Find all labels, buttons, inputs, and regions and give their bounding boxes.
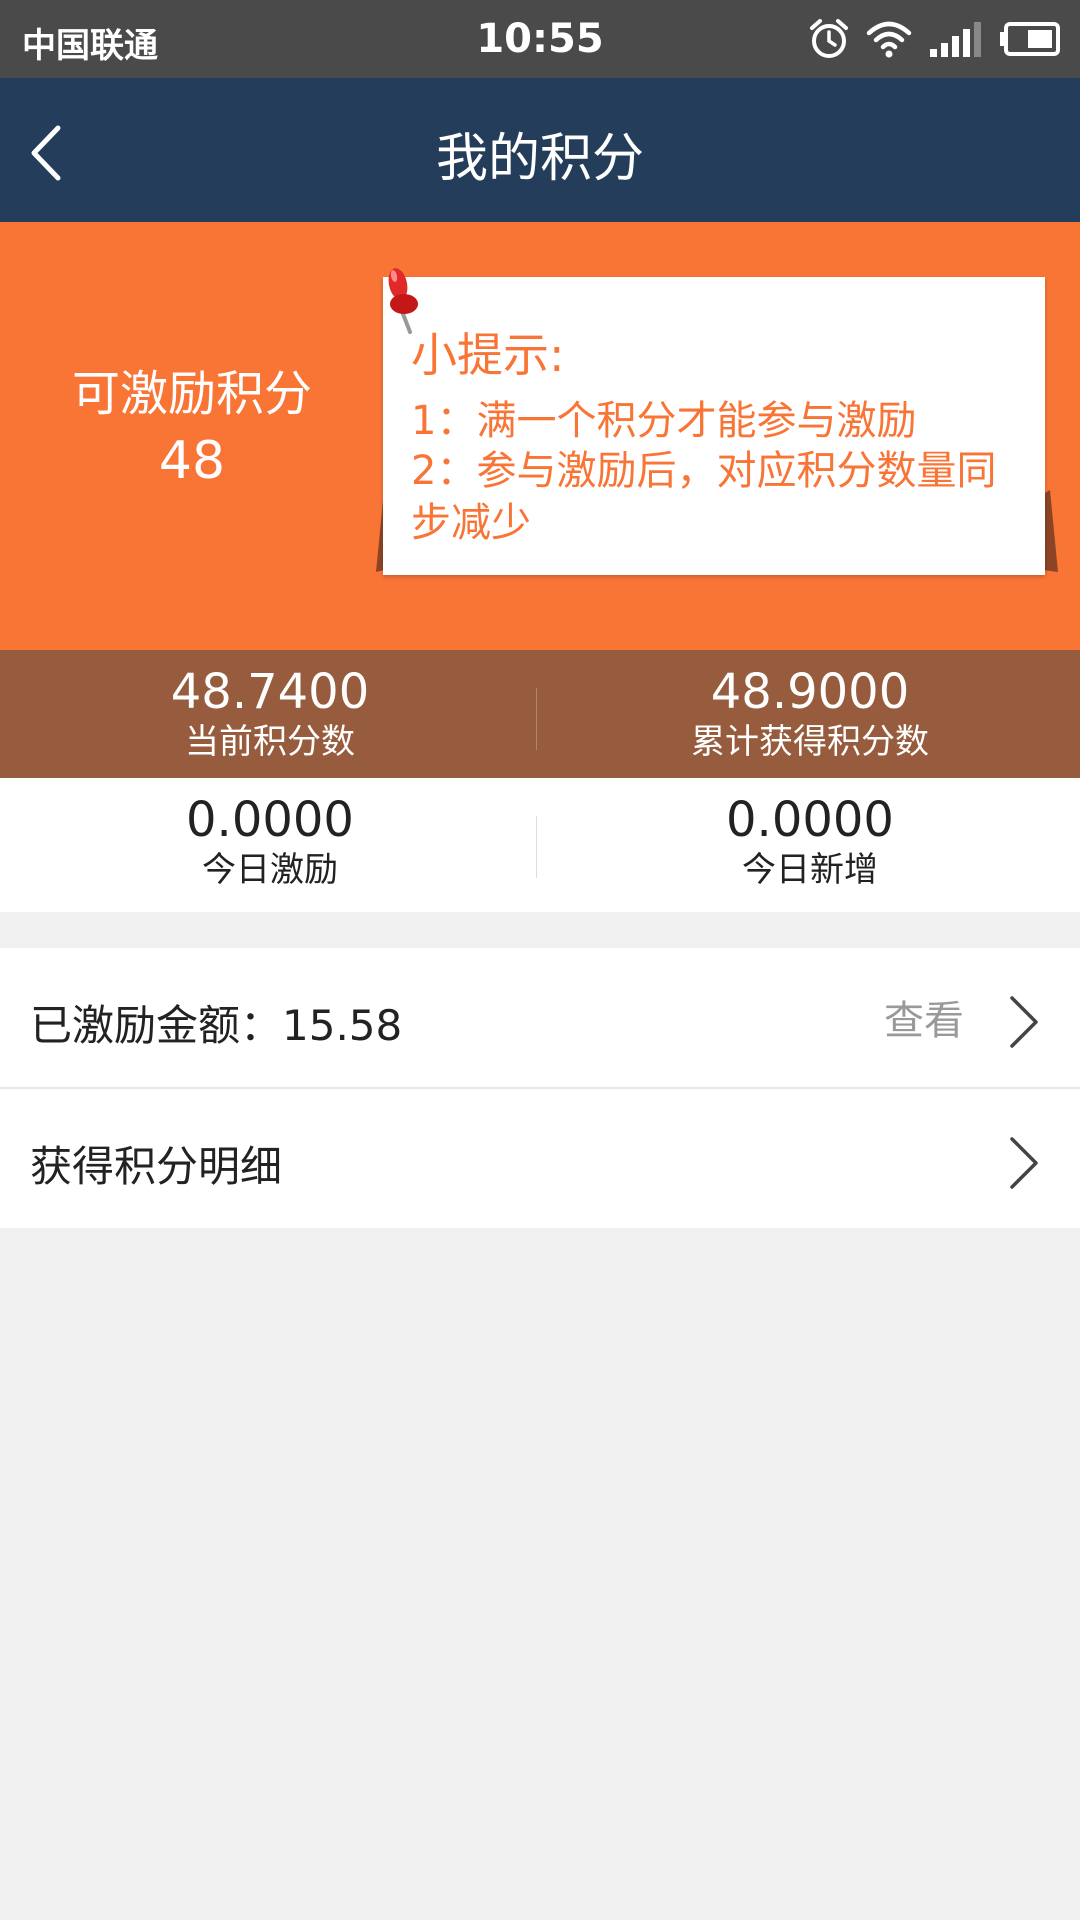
today-incentive-value: 0.0000: [186, 792, 354, 848]
status-bar: 中国联通 10:55: [0, 0, 1080, 78]
total-earned-label: 累计获得积分数: [691, 722, 929, 762]
today-incentive: 0.0000 今日激励: [0, 778, 540, 912]
today-incentive-label: 今日激励: [202, 850, 338, 890]
tip-line-1: 1：满一个积分才能参与激励: [411, 398, 917, 444]
view-link[interactable]: 查看: [884, 988, 964, 1046]
pushpin-icon: [388, 268, 418, 334]
status-icons: [808, 14, 1062, 64]
points-detail-row[interactable]: 获得积分明细: [0, 1089, 1080, 1228]
today-added: 0.0000 今日新增: [540, 778, 1080, 912]
points-summary: 48.7400 当前积分数 48.9000 累计获得积分数: [0, 650, 1080, 778]
today-added-value: 0.0000: [726, 792, 894, 848]
wifi-icon: [866, 21, 912, 58]
menu-list: 已激励金额：15.58 查看 获得积分明细: [0, 948, 1080, 1228]
available-points-label: 可激励积分: [71, 366, 312, 422]
signal-icon: [930, 22, 981, 57]
today-divider: [536, 816, 537, 878]
points-card: 可激励积分 48 小提示: 1：满一个积分才能参与激励 2：参与激励后，对应积分…: [0, 222, 1080, 650]
today-summary: 0.0000 今日激励 0.0000 今日新增: [0, 778, 1080, 912]
total-earned-value: 48.9000: [710, 664, 910, 720]
tip-note: 小提示: 1：满一个积分才能参与激励 2：参与激励后，对应积分数量同步减少: [383, 277, 1045, 575]
incentive-amount-row[interactable]: 已激励金额：15.58 查看: [0, 948, 1080, 1089]
tip-title: 小提示:: [411, 328, 565, 382]
page-title: 我的积分: [435, 129, 644, 189]
points-detail-label: 获得积分明细: [30, 1142, 283, 1191]
chevron-right-icon: [1010, 1137, 1038, 1189]
current-points: 48.7400 当前积分数: [0, 650, 540, 778]
battery-icon: [1000, 22, 1060, 56]
incentive-amount-label: 已激励金额：15.58: [30, 1001, 403, 1050]
available-points-value: 48: [158, 431, 226, 491]
today-added-label: 今日新增: [742, 850, 878, 890]
available-points: 可激励积分 48: [0, 362, 384, 496]
chevron-right-icon: [1010, 996, 1038, 1048]
tip-line-2: 2：参与激励后，对应积分数量同步减少: [411, 448, 997, 546]
summary-divider: [536, 688, 537, 750]
current-points-label: 当前积分数: [185, 722, 355, 762]
nav-bar: 我的积分: [0, 78, 1080, 222]
total-earned-points: 48.9000 累计获得积分数: [540, 650, 1080, 778]
current-points-value: 48.7400: [170, 664, 370, 720]
alarm-icon: [810, 19, 848, 58]
